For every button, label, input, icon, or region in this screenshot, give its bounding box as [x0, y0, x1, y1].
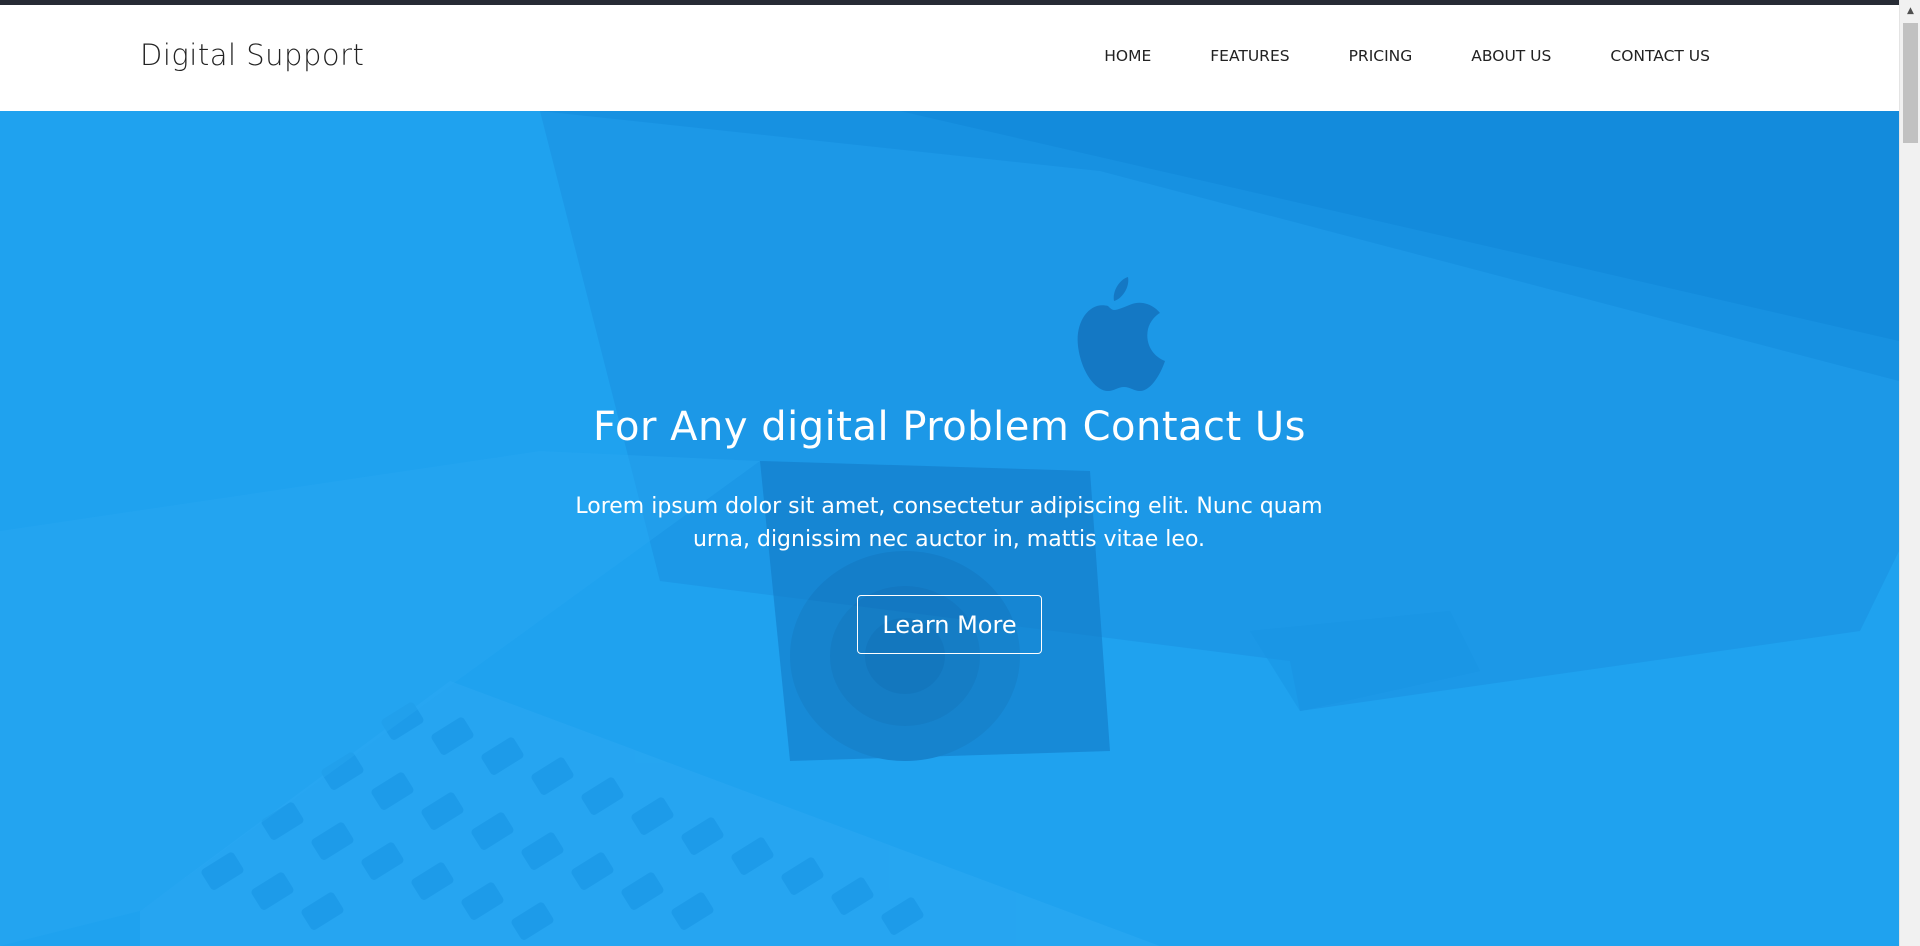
nav-features[interactable]: FEATURES — [1210, 47, 1289, 65]
learn-more-button[interactable]: Learn More — [857, 595, 1042, 654]
brand-logo[interactable]: Digital Support — [140, 38, 364, 72]
nav-about-us[interactable]: ABOUT US — [1471, 47, 1551, 65]
vertical-scrollbar[interactable]: ▲ — [1899, 0, 1920, 946]
nav-pricing[interactable]: PRICING — [1349, 47, 1413, 65]
nav-links: HOME FEATURES PRICING ABOUT US CONTACT U… — [1045, 47, 1710, 65]
hero-section: For Any digital Problem Contact Us Lorem… — [0, 111, 1899, 946]
page-viewport: Digital Support HOME FEATURES PRICING AB… — [0, 0, 1899, 946]
hero-title: For Any digital Problem Contact Us — [592, 404, 1307, 450]
nav-contact-us[interactable]: CONTACT US — [1610, 47, 1710, 65]
hero-description: Lorem ipsum dolor sit amet, consectetur … — [575, 494, 1323, 552]
navbar: Digital Support HOME FEATURES PRICING AB… — [0, 5, 1899, 111]
scroll-up-arrow-icon[interactable]: ▲ — [1900, 0, 1920, 21]
nav-home[interactable]: HOME — [1104, 47, 1151, 65]
scrollbar-thumb[interactable] — [1903, 23, 1918, 143]
